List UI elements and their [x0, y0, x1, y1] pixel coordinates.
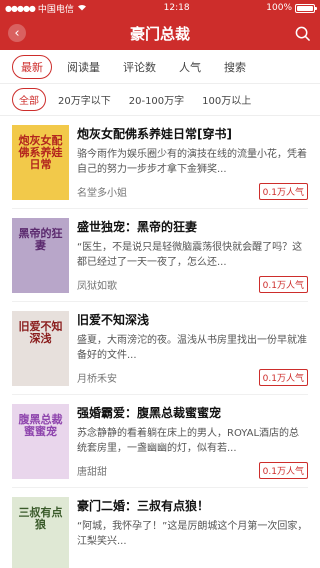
sort-tab-3[interactable]: 人气: [171, 56, 209, 78]
status-bar: ●●●●● 中国电信 12:18 100%: [0, 0, 320, 16]
search-icon: [296, 26, 311, 41]
book-author: 凤狱如歌: [77, 281, 117, 292]
sort-tab-4[interactable]: 搜索: [216, 56, 254, 78]
sort-tabs: 最新 阅读量 评论数 人气 搜索: [0, 50, 320, 84]
book-item[interactable]: 三叔有点狼 豪门二婚：三叔有点狼！ “阿城，我怀孕了！”这是厉朗城这个月第一次回家，…: [12, 488, 308, 568]
wifi-icon: [77, 3, 87, 14]
popularity-badge: 0.1万人气: [258, 462, 308, 479]
book-item[interactable]: 旧爱不知深浅 旧爱不知深浅 盛夏，大雨滂沱的夜。温浅从书房里找出一份早就准备好的文件…: [12, 302, 308, 395]
status-time: 12:18: [163, 3, 190, 13]
book-cover: 旧爱不知深浅: [12, 311, 69, 386]
sort-tab-2[interactable]: 评论数: [115, 56, 164, 78]
page-title: 豪门总裁: [129, 24, 190, 43]
book-cover: 三叔有点狼: [12, 497, 69, 568]
book-cover: 腹黑总裁蜜蜜宠: [12, 404, 69, 479]
book-cover-title: 黑帝的狂妻: [18, 227, 63, 253]
battery-icon: [295, 3, 317, 13]
book-info: 豪门二婚：三叔有点狼！ “阿城，我怀孕了！”这是厉朗城这个月第一次回家，江梨笑兴.…: [77, 497, 308, 568]
book-title: 炮灰女配佛系养娃日常[穿书]: [77, 127, 232, 141]
filter-tab-3[interactable]: 100万以上: [196, 89, 257, 110]
book-description: “阿城，我怀孕了！”这是厉朗城这个月第一次回家，江梨笑兴...: [77, 521, 308, 547]
book-cover-title: 三叔有点狼: [18, 506, 63, 532]
carrier-label: 中国电信: [37, 4, 74, 15]
back-button[interactable]: ‹: [8, 24, 26, 42]
filter-tab-2[interactable]: 20-100万字: [123, 89, 190, 110]
book-cover-title: 旧爱不知深浅: [18, 320, 63, 346]
book-info: 盛世独宠：黑帝的狂妻 “医生，不是说只是轻微脑震荡很快就会醒了吗？这都已经过了一天…: [77, 218, 308, 293]
book-author: 名堂多小姐: [77, 188, 127, 199]
sort-tab-1[interactable]: 阅读量: [59, 56, 108, 78]
book-title: 旧爱不知深浅: [77, 313, 150, 327]
book-meta: 凤狱如歌 0.1万人气: [77, 276, 308, 293]
nav-bar: ‹ 豪门总裁: [0, 16, 320, 50]
book-description: “医生，不是说只是轻微脑震荡很快就会醒了吗？这都已经过了一天一夜了，怎么还...: [77, 242, 303, 268]
book-author: 月桥禾安: [77, 374, 117, 385]
signal-icon: ●●●●●: [5, 3, 36, 13]
popularity-badge: 0.1万人气: [258, 183, 308, 200]
book-list: 炮灰女配佛系养娃日常 炮灰女配佛系养娃日常[穿书] 骆今雨作为娱乐圈少有的演技在线的…: [0, 116, 320, 568]
book-meta: 名堂多小姐 0.1万人气: [77, 183, 308, 200]
book-meta: 月桥禾安 0.1万人气: [77, 369, 308, 386]
book-info: 炮灰女配佛系养娃日常[穿书] 骆今雨作为娱乐圈少有的演技在线的流量小花，凭着自己的…: [77, 125, 308, 200]
book-author: 唐甜甜: [77, 467, 107, 478]
filter-tab-1[interactable]: 20万字以下: [52, 89, 117, 110]
book-description: 苏念静静的看着躺在床上的男人，ROYAL酒店的总统套房里，一盏幽幽的灯，似有若.…: [77, 428, 300, 454]
book-cover: 黑帝的狂妻: [12, 218, 69, 293]
book-item[interactable]: 腹黑总裁蜜蜜宠 强婚霸爱：腹黑总裁蜜蜜宠苏念静静的看着躺在床上的男人，ROYAL酒…: [12, 395, 308, 488]
back-arrow-icon: ‹: [14, 25, 20, 41]
book-title: 豪门二婚：三叔有点狼！: [77, 499, 210, 513]
sort-tab-0[interactable]: 最新: [12, 54, 52, 79]
book-description: 盛夏，大雨滂沱的夜。温浅从书房里找出一份早就准备好的文件...: [77, 335, 307, 361]
search-button[interactable]: [294, 24, 312, 42]
book-item[interactable]: 黑帝的狂妻 盛世独宠：黑帝的狂妻 “医生，不是说只是轻微脑震荡很快就会醒了吗？这都已…: [12, 209, 308, 302]
filter-tab-0[interactable]: 全部: [12, 88, 46, 111]
popularity-badge: 0.1万人气: [258, 276, 308, 293]
book-meta: 唐甜甜 0.1万人气: [77, 462, 308, 479]
filter-tabs: 全部 20万字以下 20-100万字 100万以上: [0, 84, 320, 116]
book-item[interactable]: 炮灰女配佛系养娃日常 炮灰女配佛系养娃日常[穿书] 骆今雨作为娱乐圈少有的演技在线的…: [12, 116, 308, 209]
book-title: 强婚霸爱：腹黑总裁蜜蜜宠: [77, 406, 222, 420]
battery-label: 100%: [266, 3, 292, 13]
book-info: 强婚霸爱：腹黑总裁蜜蜜宠苏念静静的看着躺在床上的男人，ROYAL酒店的总统套房里…: [77, 404, 308, 479]
book-info: 旧爱不知深浅盛夏，大雨滂沱的夜。温浅从书房里找出一份早就准备好的文件... 月桥禾…: [77, 311, 308, 386]
book-cover-title: 炮灰女配佛系养娃日常: [18, 134, 63, 172]
book-cover: 炮灰女配佛系养娃日常: [12, 125, 69, 200]
book-description: 骆今雨作为娱乐圈少有的演技在线的流量小花，凭着自己的努力一步步才拿下金狮奖...: [77, 149, 307, 175]
book-title: 盛世独宠：黑帝的狂妻: [77, 220, 198, 234]
book-cover-title: 腹黑总裁蜜蜜宠: [18, 413, 63, 439]
popularity-badge: 0.1万人气: [258, 369, 308, 386]
